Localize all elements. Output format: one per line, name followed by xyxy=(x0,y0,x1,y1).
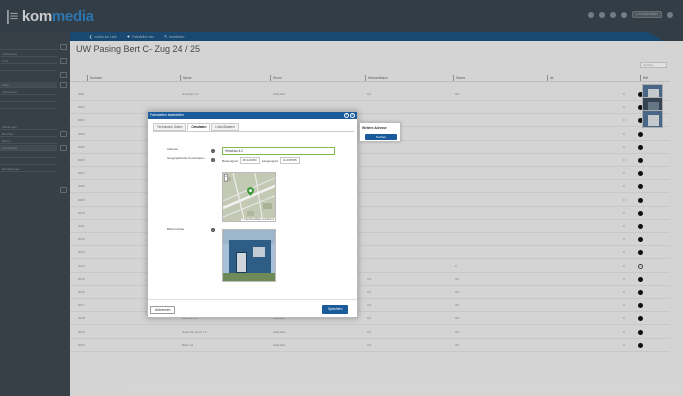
dialog-tabs: Technische Daten Ortsdaten Links/Dateien xyxy=(153,123,239,131)
latitude-label: Breitengrad xyxy=(222,158,238,163)
photo-ground xyxy=(223,273,275,281)
location-map[interactable]: + − © OpenStreetMap contributors xyxy=(222,172,276,222)
dialog-header-icons: ? × xyxy=(344,113,355,118)
close-icon[interactable]: × xyxy=(350,113,355,118)
station-photo xyxy=(222,229,276,282)
info-icon[interactable]: i xyxy=(211,158,215,162)
photo-door xyxy=(236,252,247,273)
map-pin-icon[interactable] xyxy=(247,187,254,196)
photo-panel xyxy=(253,247,265,257)
longitude-label: Längengrad xyxy=(261,158,278,163)
address-label: Adresse xyxy=(167,147,179,151)
longitude-input[interactable]: 11.495785 xyxy=(279,157,300,164)
popover-title: Weitere Adresse xyxy=(362,126,387,130)
address-search-popover: Weitere Adresse Suchen xyxy=(359,122,401,142)
cancel-button[interactable]: Abbrechen xyxy=(150,306,176,314)
info-icon[interactable]: i xyxy=(211,149,215,153)
tab-divider xyxy=(153,131,354,132)
save-button[interactable]: Speichern xyxy=(322,305,349,314)
coordinates-fields: Breitengrad 48.140350 Längengrad 11.4957… xyxy=(222,157,300,164)
dialog-header: Fahrstellen bearbeiten ? × xyxy=(148,112,357,119)
geo-coordinates-label: Geographische Koordinaten xyxy=(167,156,205,160)
popover-search-button[interactable]: Suchen xyxy=(365,134,397,140)
map-tiles xyxy=(223,173,275,221)
dialog-title: Fahrstellen bearbeiten xyxy=(150,113,184,117)
dialog-footer-divider xyxy=(148,299,357,300)
map-credit: © OpenStreetMap contributors xyxy=(240,218,275,221)
info-icon[interactable]: i xyxy=(211,228,215,232)
map-zoom-control[interactable]: + − xyxy=(224,174,228,182)
photo-label: Bildvorschau xyxy=(167,227,185,231)
help-icon[interactable]: ? xyxy=(344,113,349,118)
tab-links-files[interactable]: Links/Dateien xyxy=(211,123,239,131)
tab-location-data[interactable]: Ortsdaten xyxy=(187,123,211,131)
address-input[interactable]: Hirschau 4.2 xyxy=(222,147,335,155)
latitude-input[interactable]: 48.140350 xyxy=(239,157,260,164)
tab-technical-data[interactable]: Technische Daten xyxy=(153,123,187,131)
